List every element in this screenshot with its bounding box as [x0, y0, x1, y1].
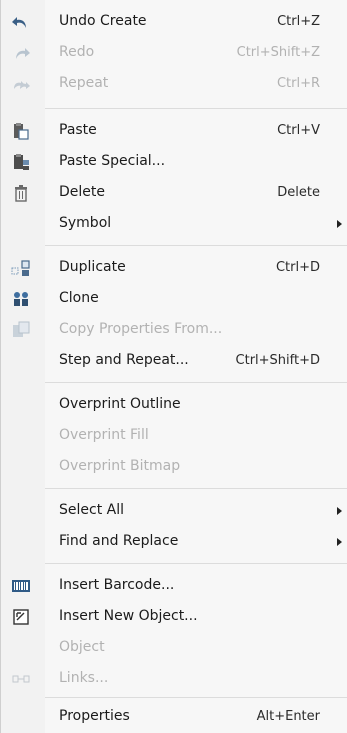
menu-item-label: Step and Repeat...: [59, 352, 189, 368]
menu-item-shortcut: Ctrl+V: [277, 123, 320, 138]
menu-separator: [45, 382, 347, 383]
menu-item-shortcut: Ctrl+R: [276, 76, 320, 91]
menu-item-label: Overprint Fill: [59, 427, 149, 443]
menu-item-select-all[interactable]: Select All: [1, 495, 347, 526]
menu-item-copy-properties-from[interactable]: Copy Properties From...: [1, 314, 347, 345]
undo-icon: [12, 17, 26, 28]
edit-context-menu: Undo Create Ctrl+Z Redo Ctrl+Shift+Z Rep…: [0, 0, 347, 733]
copy-properties-icon: [13, 321, 30, 337]
menu-item-redo[interactable]: Redo Ctrl+Shift+Z: [1, 37, 347, 68]
menu-item-label: Select All: [59, 502, 124, 518]
menu-item-symbol[interactable]: Symbol: [1, 208, 347, 239]
menu-item-label: Links...: [59, 670, 109, 686]
menu-item-overprint-bitmap[interactable]: Overprint Bitmap: [1, 451, 347, 482]
menu-separator: [45, 563, 347, 564]
menu-item-overprint-fill[interactable]: Overprint Fill: [1, 420, 347, 451]
menu-item-object[interactable]: Object: [1, 632, 347, 663]
menu-item-step-and-repeat[interactable]: Step and Repeat... Ctrl+Shift+D: [1, 345, 347, 376]
menu-item-label: Clone: [59, 290, 99, 306]
repeat-icon: [14, 81, 30, 89]
menu-item-label: Symbol: [59, 215, 112, 231]
menu-item-label: Find and Replace: [59, 533, 179, 549]
trash-icon: [15, 185, 27, 202]
menu-item-label: Object: [59, 639, 105, 655]
menu-item-undo-create[interactable]: Undo Create Ctrl+Z: [1, 6, 347, 37]
menu-item-label: Duplicate: [59, 259, 126, 275]
menu-item-overprint-outline[interactable]: Overprint Outline: [1, 389, 347, 420]
menu-item-shortcut: Delete: [277, 185, 320, 200]
insert-object-icon: [13, 609, 29, 625]
menu-item-label: Insert New Object...: [59, 608, 198, 624]
menu-item-repeat[interactable]: Repeat Ctrl+R: [1, 68, 347, 99]
submenu-arrow-icon: [337, 538, 342, 546]
duplicate-icon: [11, 260, 30, 276]
menu-item-insert-new-object[interactable]: Insert New Object...: [1, 601, 347, 632]
menu-item-label: Properties: [59, 708, 130, 724]
menu-item-label: Delete: [59, 184, 105, 200]
menu-item-shortcut: Ctrl+Z: [277, 14, 320, 29]
menu-item-label: Paste Special...: [59, 153, 166, 169]
menu-item-label: Insert Barcode...: [59, 577, 175, 593]
menu-item-duplicate[interactable]: Duplicate Ctrl+D: [1, 252, 347, 283]
menu-separator: [45, 245, 347, 246]
paste-icon: [14, 123, 29, 140]
submenu-arrow-icon: [337, 507, 342, 515]
menu-item-label: Overprint Bitmap: [59, 458, 181, 474]
menu-item-find-and-replace[interactable]: Find and Replace: [1, 526, 347, 557]
menu-item-label: Repeat: [59, 75, 109, 91]
menu-item-shortcut: Ctrl+D: [275, 260, 320, 275]
menu-item-delete[interactable]: Delete Delete: [1, 177, 347, 208]
paste-special-icon: [14, 154, 29, 170]
menu-item-paste[interactable]: Paste Ctrl+V: [1, 115, 347, 146]
menu-item-paste-special[interactable]: Paste Special...: [1, 146, 347, 177]
menu-item-properties[interactable]: Properties Alt+Enter: [1, 701, 347, 732]
clone-icon: [14, 292, 28, 306]
menu-item-clone[interactable]: Clone: [1, 283, 347, 314]
menu-separator: [45, 108, 347, 109]
menu-separator: [45, 488, 347, 489]
menu-item-insert-barcode[interactable]: Insert Barcode...: [1, 570, 347, 601]
menu-separator: [45, 697, 347, 698]
menu-item-label: Overprint Outline: [59, 396, 181, 412]
menu-item-label: Undo Create: [59, 13, 147, 29]
menu-item-links[interactable]: Links...: [1, 663, 347, 694]
menu-item-shortcut: Ctrl+Shift+D: [235, 353, 320, 368]
menu-item-shortcut: Alt+Enter: [256, 709, 320, 724]
barcode-icon: [12, 580, 30, 592]
submenu-arrow-icon: [337, 220, 342, 228]
menu-item-shortcut: Ctrl+Shift+Z: [236, 45, 320, 60]
menu-item-label: Redo: [59, 44, 95, 60]
menu-item-label: Paste: [59, 122, 97, 138]
menu-item-label: Copy Properties From...: [59, 321, 223, 337]
redo-icon: [16, 48, 30, 59]
links-icon: [12, 675, 30, 683]
